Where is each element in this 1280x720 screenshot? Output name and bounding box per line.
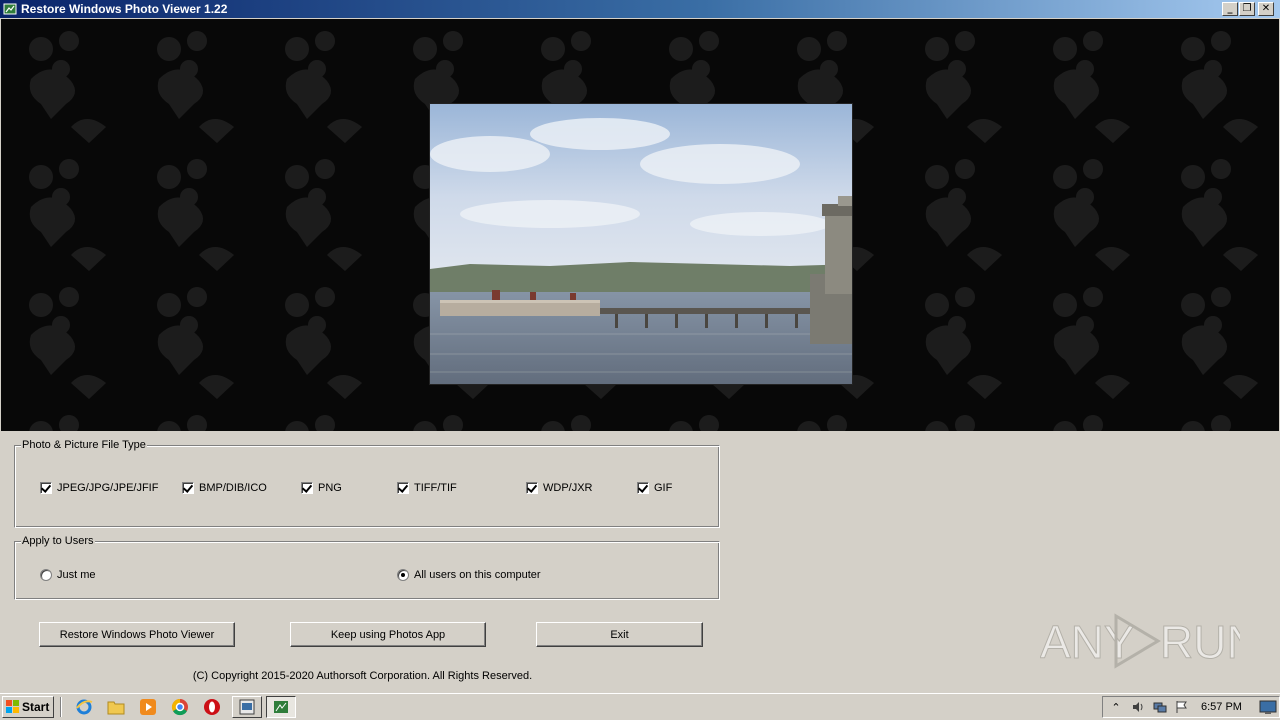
app-icon <box>3 2 17 16</box>
checkbox-gif-box[interactable] <box>637 482 649 494</box>
window-title: Restore Windows Photo Viewer 1.22 <box>21 2 228 16</box>
image-viewer-area <box>1 19 1279 431</box>
exit-button[interactable]: Exit <box>536 622 703 647</box>
checkbox-wdp-label: WDP/JXR <box>543 482 593 494</box>
checkbox-wdp-box[interactable] <box>526 482 538 494</box>
checkbox-jpeg-label: JPEG/JPG/JPE/JFIF <box>57 482 159 494</box>
svg-text:RUN: RUN <box>1160 616 1240 668</box>
system-tray: ⌃ 6:57 PM <box>1102 696 1280 718</box>
copyright-text: (C) Copyright 2015-2020 Authorsoft Corpo… <box>192 670 533 682</box>
checkbox-bmp-label: BMP/DIB/ICO <box>199 482 267 494</box>
checkbox-bmp[interactable]: BMP/DIB/ICO <box>182 482 267 494</box>
anyrun-watermark: ANY RUN <box>1040 613 1240 669</box>
harbor-photo <box>430 104 852 384</box>
checkbox-png[interactable]: PNG <box>301 482 342 494</box>
file-type-group: Photo & Picture File Type JPEG/JPG/JPE/J… <box>14 439 720 528</box>
keep-photos-app-button[interactable]: Keep using Photos App <box>290 622 486 647</box>
title-bar[interactable]: Restore Windows Photo Viewer 1.22 _ ❐ ✕ <box>0 0 1280 18</box>
checkbox-jpeg-box[interactable] <box>40 482 52 494</box>
windows-logo-icon <box>6 700 20 714</box>
close-button[interactable]: ✕ <box>1258 2 1274 16</box>
action-center-flag-icon[interactable] <box>1173 699 1191 715</box>
taskbar-separator <box>60 697 62 717</box>
start-label: Start <box>22 700 50 714</box>
show-desktop-icon[interactable] <box>1259 699 1277 715</box>
radio-all-users-label: All users on this computer <box>414 569 541 581</box>
radio-just-me-dot[interactable] <box>40 569 52 581</box>
file-type-legend: Photo & Picture File Type <box>21 439 147 451</box>
minimize-button[interactable]: _ <box>1222 2 1238 16</box>
radio-all-users[interactable]: All users on this computer <box>397 569 541 581</box>
photo-viewer-app-icon <box>274 701 288 713</box>
radio-just-me[interactable]: Just me <box>40 569 96 581</box>
apply-users-legend: Apply to Users <box>21 535 95 547</box>
clock[interactable]: 6:57 PM <box>1201 701 1253 713</box>
volume-icon[interactable] <box>1129 699 1147 715</box>
media-player-icon[interactable] <box>138 697 158 717</box>
checkbox-tiff-box[interactable] <box>397 482 409 494</box>
restore-button[interactable]: ❐ <box>1239 2 1255 16</box>
svg-text:ANY: ANY <box>1040 616 1135 668</box>
app-window-icon <box>239 699 255 715</box>
checkbox-gif-label: GIF <box>654 482 673 494</box>
checkbox-png-label: PNG <box>318 482 342 494</box>
network-icon[interactable] <box>1151 699 1169 715</box>
checkbox-tiff-label: TIFF/TIF <box>414 482 457 494</box>
apply-users-group: Apply to Users Just me All users on this… <box>14 535 720 600</box>
chrome-icon[interactable] <box>170 697 190 717</box>
checkbox-wdp[interactable]: WDP/JXR <box>526 482 593 494</box>
checkbox-gif[interactable]: GIF <box>637 482 672 494</box>
opera-icon[interactable] <box>202 697 222 717</box>
checkbox-png-box[interactable] <box>301 482 313 494</box>
preview-photo <box>429 103 853 385</box>
radio-just-me-label: Just me <box>57 569 96 581</box>
start-button[interactable]: Start <box>2 696 54 718</box>
taskbar-app-button-1[interactable] <box>232 696 262 718</box>
folder-icon[interactable] <box>106 697 126 717</box>
taskbar: Start ⌃ 6:57 PM <box>0 693 1280 720</box>
checkbox-bmp-box[interactable] <box>182 482 194 494</box>
internet-explorer-icon[interactable] <box>74 697 94 717</box>
checkbox-tiff[interactable]: TIFF/TIF <box>397 482 457 494</box>
radio-all-users-dot[interactable] <box>397 569 409 581</box>
show-hidden-icons-chevron-icon[interactable]: ⌃ <box>1107 699 1125 715</box>
taskbar-app-button-photo-viewer[interactable] <box>266 696 296 718</box>
restore-photo-viewer-button[interactable]: Restore Windows Photo Viewer <box>39 622 235 647</box>
checkbox-jpeg[interactable]: JPEG/JPG/JPE/JFIF <box>40 482 158 494</box>
